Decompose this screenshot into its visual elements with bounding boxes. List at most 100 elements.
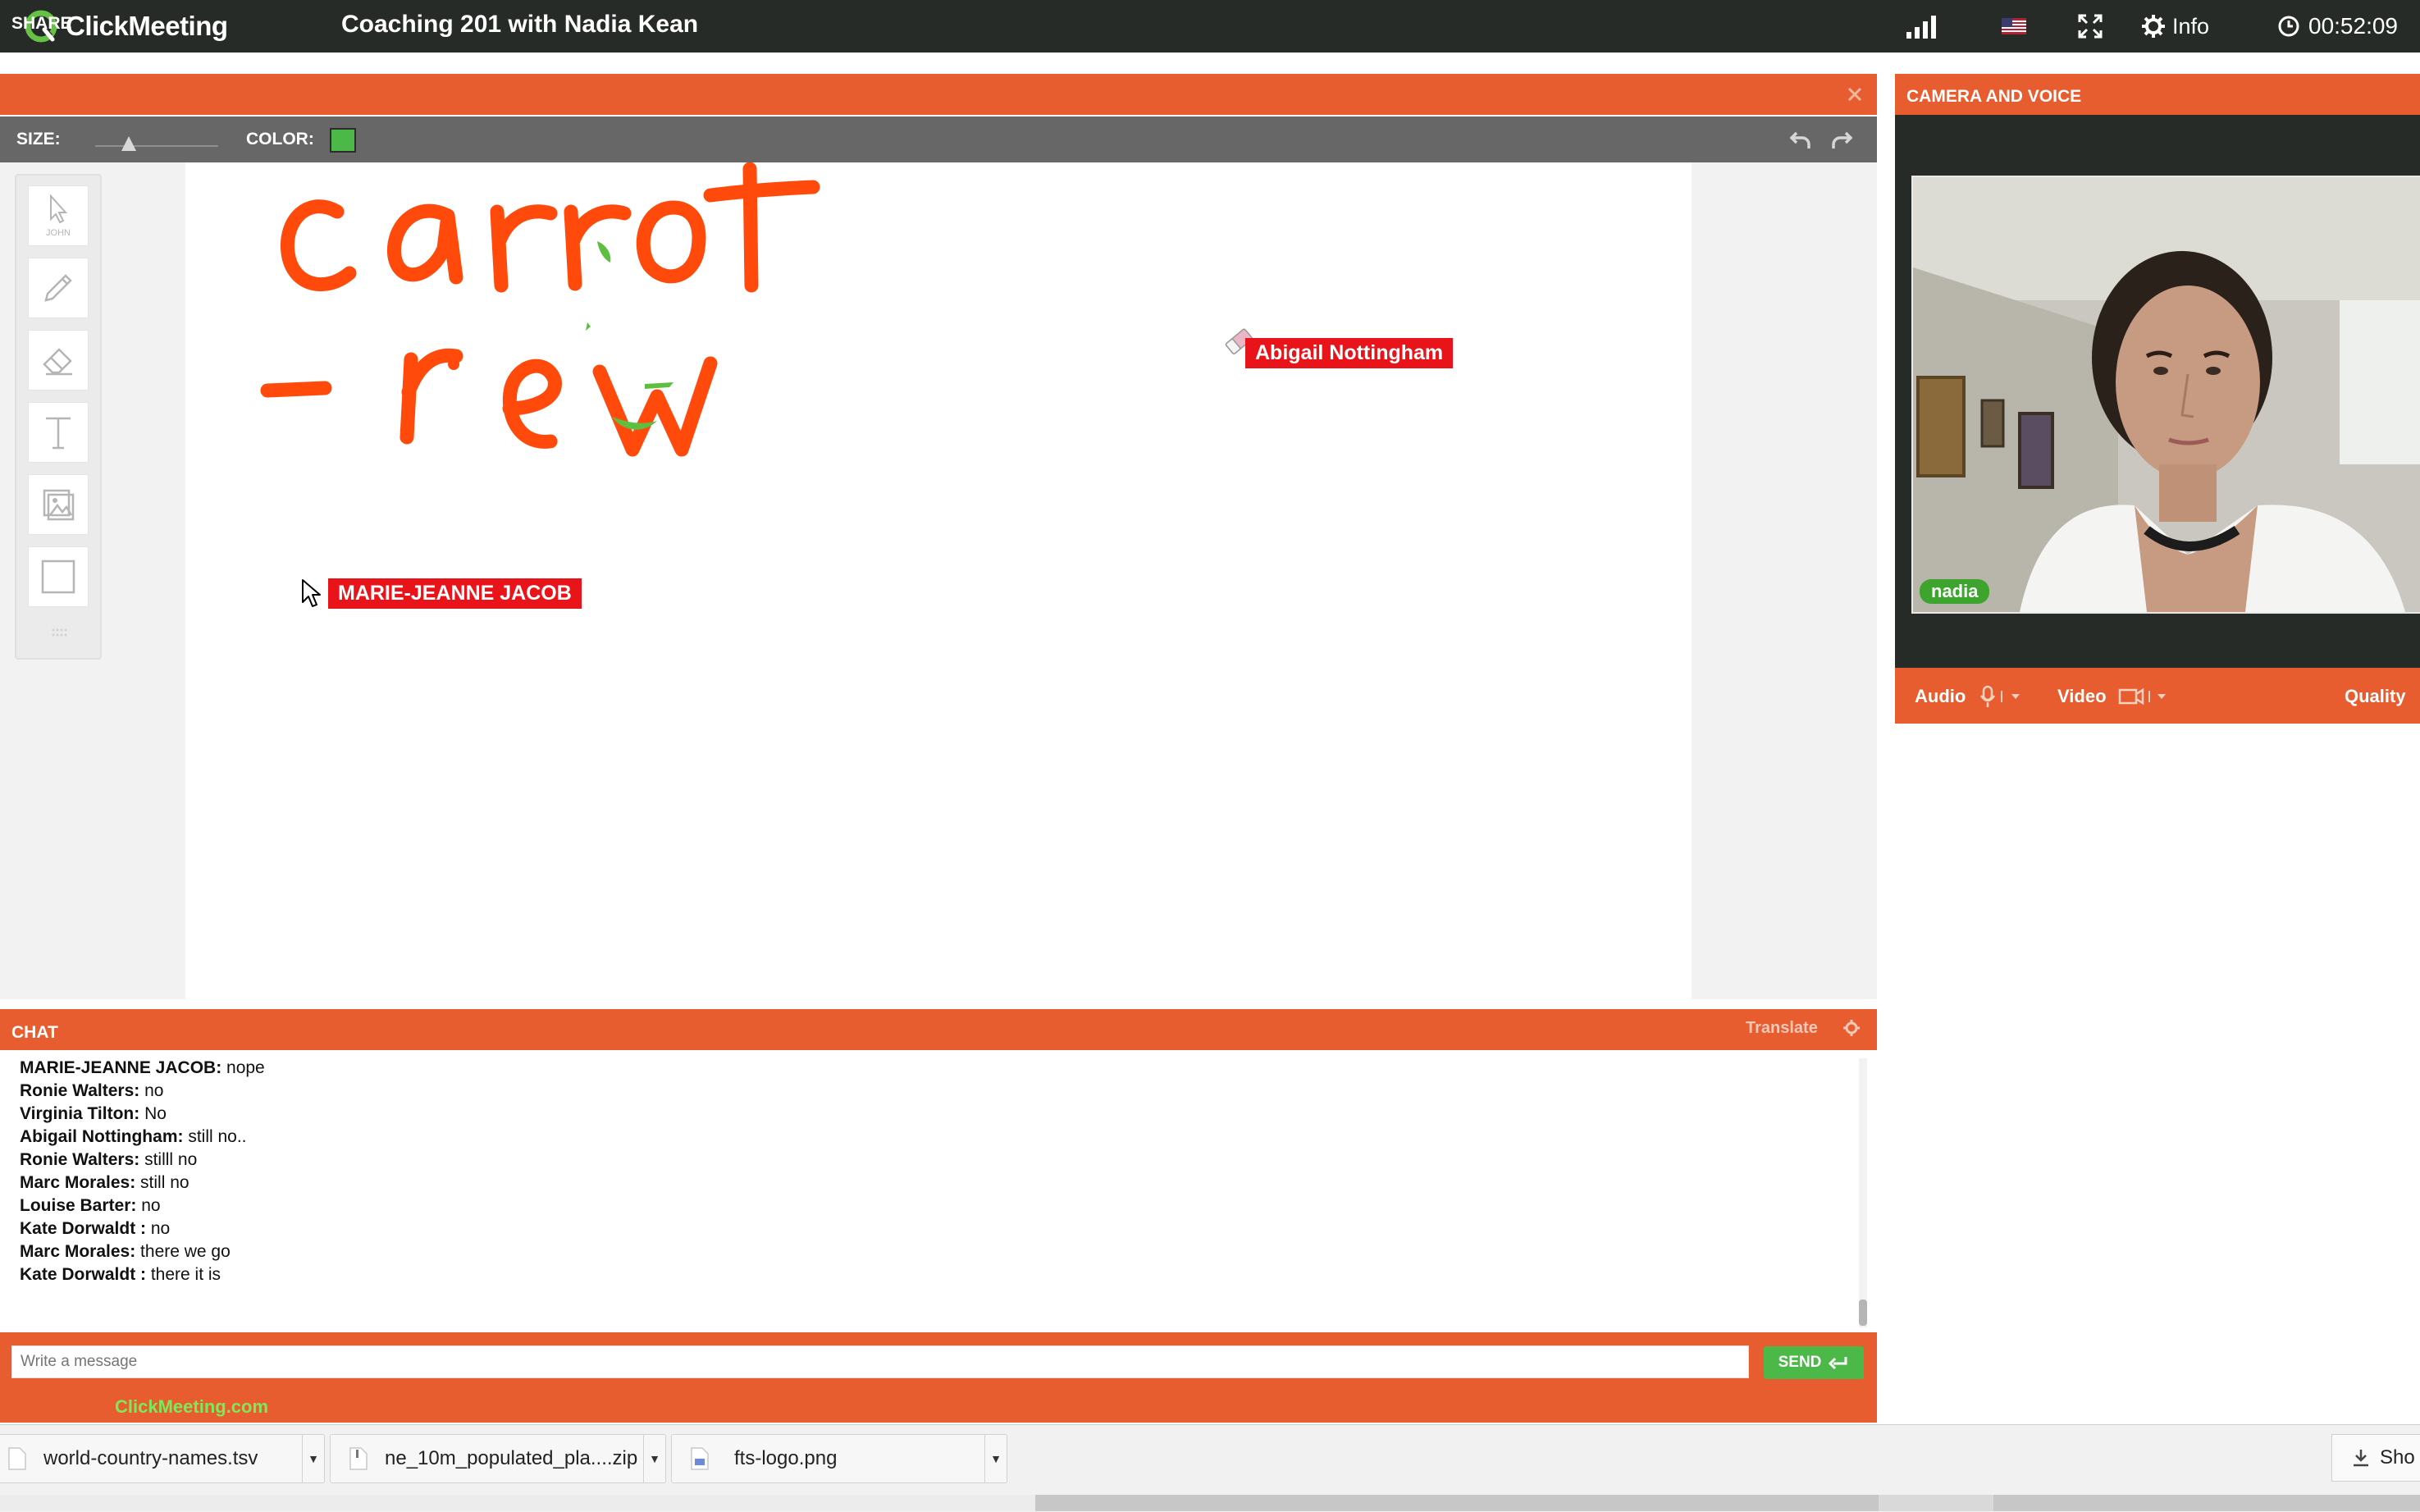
chat-message-author: Marc Morales: <box>20 1242 136 1261</box>
handwriting-strokes <box>260 162 820 457</box>
enter-arrow-icon <box>1829 1357 1847 1370</box>
quality-button[interactable]: Quality <box>2345 686 2406 707</box>
eraser-tool-button[interactable] <box>28 330 89 391</box>
pencil-tool-button[interactable] <box>28 258 89 318</box>
chat-message-text: still no <box>135 1173 189 1192</box>
drag-handle-icon[interactable] <box>51 627 67 642</box>
chat-panel-title: CHAT <box>11 1023 58 1042</box>
pointer-tool-button[interactable]: JOHN <box>28 185 89 246</box>
fullscreen-icon[interactable] <box>2077 10 2103 43</box>
color-label: COLOR: <box>246 130 314 148</box>
eraser-icon <box>43 348 72 376</box>
download-item[interactable]: ne_10m_populated_pla....zip ▼ <box>330 1434 666 1483</box>
video-feed[interactable]: nadia <box>1911 176 2420 614</box>
language-flag-icon[interactable] <box>2002 10 2026 43</box>
pencil-icon <box>44 274 72 302</box>
download-item[interactable]: world-country-names.tsv ▼ <box>0 1434 325 1483</box>
download-item-name: world-country-names.tsv <box>43 1447 258 1469</box>
pointer-tool-label: JOHN <box>46 228 71 238</box>
gear-icon <box>2142 15 2165 38</box>
video-toggle-button[interactable] <box>2118 684 2176 709</box>
chat-message: Abigail Nottingham: still no.. <box>20 1126 265 1149</box>
size-slider[interactable] <box>95 136 218 154</box>
translate-button[interactable]: Translate <box>1746 1019 1818 1038</box>
share-panel-header <box>0 74 1877 115</box>
chat-message-text: still no.. <box>183 1127 247 1146</box>
download-item[interactable]: fts-logo.png ▼ <box>671 1434 1007 1483</box>
chat-message-text: no <box>146 1219 171 1238</box>
chat-footer-strip <box>0 1390 1877 1423</box>
chat-message: Ronie Walters: no <box>20 1080 265 1103</box>
send-button-label: SEND <box>1778 1354 1822 1371</box>
chat-message-author: Marc Morales: <box>20 1173 136 1192</box>
color-picker-swatch[interactable] <box>330 128 356 153</box>
audio-toggle-button[interactable] <box>1979 684 2030 709</box>
taskbar-strip-segment <box>0 1495 1035 1511</box>
chat-scrollbar-thumb[interactable] <box>1859 1300 1867 1326</box>
send-button[interactable]: SEND <box>1764 1346 1864 1379</box>
chat-message-author: Ronie Walters: <box>20 1081 140 1100</box>
canvas-right-margin <box>1692 162 1877 999</box>
chat-message-author: Virginia Tilton: <box>20 1104 140 1123</box>
chat-message-text: no <box>136 1196 161 1215</box>
ink-dot <box>448 359 459 370</box>
cursor-tag-abigail: Abigail Nottingham <box>1245 338 1454 368</box>
chevron-down-icon[interactable]: ▼ <box>984 1435 1007 1482</box>
chat-message-author: Kate Dorwaldt : <box>20 1219 147 1238</box>
share-panel-title: SHARE <box>11 14 72 33</box>
chat-message-author: Abigail Nottingham: <box>20 1127 184 1146</box>
image-tool-button[interactable] <box>28 474 89 535</box>
chat-settings-icon[interactable] <box>1842 1019 1861 1041</box>
size-slider-thumb[interactable] <box>121 136 136 151</box>
microphone-icon <box>1979 685 2020 707</box>
chat-message-text: there it is <box>146 1265 221 1284</box>
text-t-icon <box>46 417 71 450</box>
image-file-icon <box>691 1447 709 1470</box>
info-label: Info <box>2172 13 2210 39</box>
brand-name: ClickMeeting <box>66 11 228 41</box>
cursor-tag-marie-jeanne: MARIE-JEANNE JACOB <box>328 578 582 609</box>
download-item-name: fts-logo.png <box>734 1447 838 1469</box>
session-timer: 00:52:09 <box>2277 10 2398 43</box>
shape-tool-button[interactable] <box>28 546 89 607</box>
timer-text: 00:52:09 <box>2308 13 2398 39</box>
chat-message: Louise Barter: no <box>20 1195 265 1217</box>
chat-message-text: No <box>139 1104 167 1123</box>
chat-message: Virginia Tilton: No <box>20 1103 265 1126</box>
whiteboard-tools-panel: JOHN <box>15 174 102 660</box>
chat-message-author: MARIE-JEANNE JACOB: <box>20 1058 222 1077</box>
chat-message-author: Ronie Walters: <box>20 1150 140 1169</box>
audio-label: Audio <box>1915 686 1966 706</box>
participant-video-image <box>1913 177 2420 612</box>
info-button[interactable]: Info <box>2141 10 2209 43</box>
chevron-down-icon[interactable]: ▼ <box>302 1435 324 1482</box>
chat-panel-header <box>0 1009 1877 1050</box>
chat-message: Kate Dorwaldt : there it is <box>20 1263 265 1286</box>
chat-scrollbar[interactable] <box>1859 1058 1867 1327</box>
chat-message: Kate Dorwaldt : no <box>20 1217 265 1240</box>
chat-body <box>0 1050 1877 1332</box>
mouse-cursor-icon <box>300 578 322 613</box>
session-title: Coaching 201 with Nadia Kean <box>341 11 699 38</box>
show-all-label: Sho <box>2380 1446 2415 1469</box>
show-all-downloads-button[interactable]: Sho <box>2331 1434 2420 1482</box>
clickmeeting-link[interactable]: ClickMeeting.com <box>115 1396 268 1418</box>
redo-icon[interactable] <box>1829 128 1854 157</box>
chevron-down-icon[interactable]: ▼ <box>643 1435 665 1482</box>
chat-message-list: MARIE-JEANNE JACOB: nope Ronie Walters: n… <box>20 1057 265 1286</box>
size-label: SIZE: <box>16 130 61 148</box>
participant-name-badge: nadia <box>1920 579 1990 604</box>
chat-message-text: there we go <box>135 1242 231 1261</box>
chat-message-input[interactable] <box>11 1345 1749 1378</box>
chat-message: Ronie Walters: stilll no <box>20 1149 265 1172</box>
undo-icon[interactable] <box>1788 128 1813 157</box>
image-icon <box>43 489 75 521</box>
download-icon <box>2354 1450 2368 1467</box>
text-tool-button[interactable] <box>28 402 89 463</box>
chat-message-text: stilll no <box>139 1150 198 1169</box>
chat-message-text: no <box>139 1081 164 1100</box>
close-share-icon[interactable] <box>1846 85 1864 107</box>
download-item-name: ne_10m_populated_pla....zip <box>385 1447 638 1469</box>
connection-signal-icon[interactable] <box>1905 10 1943 43</box>
pointer-arrow-icon: JOHN <box>46 194 71 238</box>
